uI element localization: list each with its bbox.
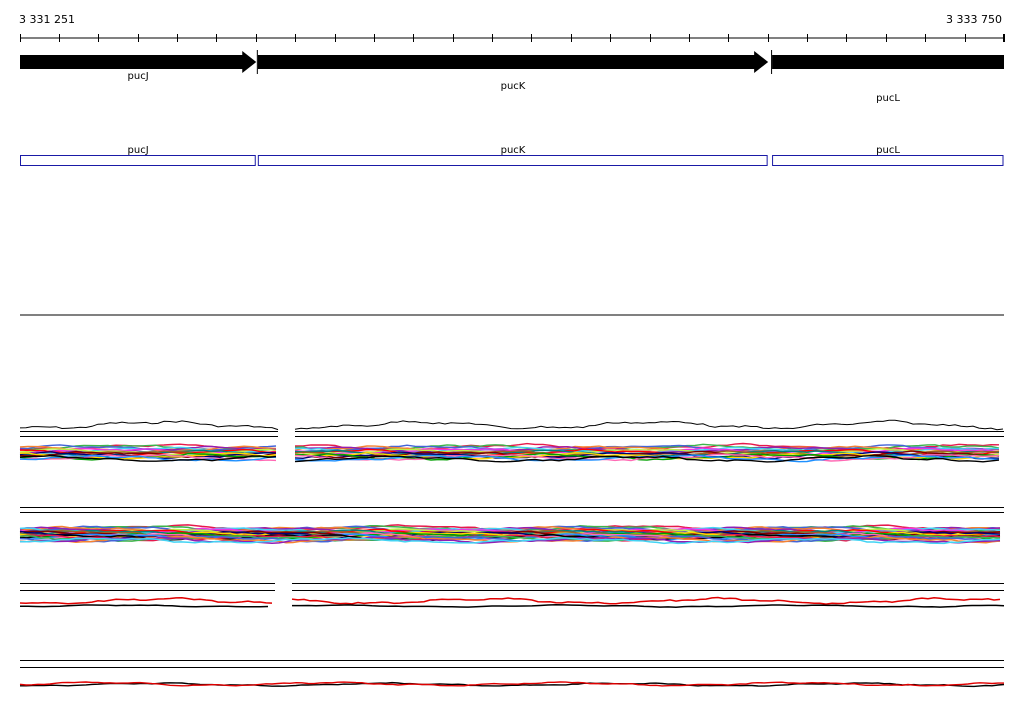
coverage-line (19, 420, 279, 431)
signal-line (291, 596, 1001, 605)
signal-tracks (19, 419, 1005, 688)
feature-box (20, 155, 256, 166)
gene-arrow (257, 51, 769, 73)
genome-browser: 3 331 251 3 333 750 pucJ pucK pucL pucJ puc… (0, 0, 1024, 714)
signal-line (292, 604, 1005, 608)
coordinate-ruler[interactable] (20, 34, 1005, 42)
tracks-canvas: pucJ pucK pucL pucJ pucK pucL (19, 34, 1005, 688)
feature-track: pucJ pucK pucL (20, 145, 1004, 166)
feature-box (772, 155, 1004, 166)
coverage-line (294, 419, 1004, 431)
signal-line (20, 604, 269, 608)
gene-label: pucL (876, 93, 900, 104)
gene-arrow (20, 51, 257, 73)
feature-label: pucK (501, 145, 526, 156)
feature-label: pucJ (128, 145, 149, 156)
signal-line (19, 597, 273, 605)
feature-box (257, 155, 768, 166)
gene-arrow (772, 55, 1004, 69)
feature-label: pucL (876, 145, 900, 156)
gene-label: pucJ (128, 71, 149, 82)
gene-track: pucJ pucK pucL (20, 50, 1004, 104)
gene-label: pucK (501, 81, 526, 92)
